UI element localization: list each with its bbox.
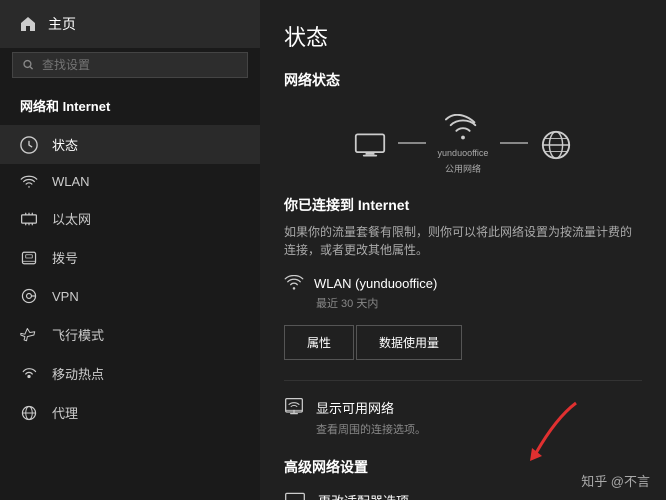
airplane-icon <box>20 326 38 344</box>
page-title: 状态 <box>284 20 642 52</box>
sidebar-item-label-vpn: VPN <box>52 289 79 304</box>
network-type-label: 公用网络 <box>445 162 481 175</box>
adapter-label: 更改适配器选项 <box>318 491 483 500</box>
search-input[interactable] <box>42 58 237 72</box>
show-networks-icon <box>284 397 304 417</box>
net-line-2 <box>500 142 528 144</box>
home-icon <box>20 16 36 32</box>
sidebar-item-label-proxy: 代理 <box>52 403 78 422</box>
sidebar-item-vpn[interactable]: VPN <box>0 277 260 315</box>
arrow-annotation <box>506 398 586 468</box>
wlan-days: 最近 30 天内 <box>316 295 642 311</box>
network-name-label: yunduooffice <box>438 148 489 158</box>
network-status-label: 网络状态 <box>284 70 642 90</box>
divider-1 <box>284 380 642 381</box>
connected-desc: 如果你的流量套餐有限制，则你可以将此网络设置为按流量计费的连接，或者更改其他属性… <box>284 223 642 259</box>
properties-button[interactable]: 属性 <box>284 325 354 360</box>
network-diagram: yunduooffice 公用网络 <box>284 104 642 181</box>
vpn-icon <box>20 287 38 305</box>
wlan-icon <box>20 175 38 189</box>
sidebar-item-hotspot[interactable]: 移动热点 <box>0 354 260 393</box>
connected-title: 你已连接到 Internet <box>284 195 642 215</box>
sidebar-section-title: 网络和 Internet <box>0 88 260 125</box>
sidebar-item-proxy[interactable]: 代理 <box>0 393 260 432</box>
sidebar-item-label-status: 状态 <box>52 135 78 154</box>
button-row: 属性 数据使用量 <box>284 325 642 360</box>
search-box[interactable] <box>12 52 248 78</box>
wifi-icon-container: yunduooffice 公用网络 <box>438 114 489 175</box>
show-networks-sub: 查看周围的连接选项。 <box>316 421 642 437</box>
dialup-icon <box>20 250 38 266</box>
sidebar-item-dialup[interactable]: 拨号 <box>0 238 260 277</box>
sidebar: 主页 网络和 Internet 状态 WLAN <box>0 0 260 500</box>
hotspot-icon <box>20 365 38 383</box>
net-line-1 <box>398 142 426 144</box>
sidebar-item-label-hotspot: 移动热点 <box>52 364 104 383</box>
sidebar-item-label-airplane: 飞行模式 <box>52 325 104 344</box>
sidebar-item-label-wlan: WLAN <box>52 174 90 189</box>
sidebar-item-label-dialup: 拨号 <box>52 248 78 267</box>
adapter-icon <box>284 491 306 500</box>
proxy-icon <box>20 404 38 422</box>
wlan-name: WLAN (yunduooffice) <box>314 276 437 291</box>
adapter-row: 更改适配器选项 查看网络适配器并更改连接设置。 <box>284 491 642 500</box>
main-content: 状态 网络状态 yunduooffice 公用网络 <box>260 0 666 500</box>
monitor-icon-container <box>354 132 386 158</box>
globe-icon-container <box>540 129 572 161</box>
wlan-row: WLAN (yunduooffice) <box>284 275 642 291</box>
show-networks-label: 显示可用网络 <box>316 398 394 417</box>
show-networks-row: 显示可用网络 <box>284 397 642 417</box>
sidebar-item-label-ethernet: 以太网 <box>52 209 91 228</box>
data-usage-button[interactable]: 数据使用量 <box>356 325 462 360</box>
wlan-small-icon <box>284 275 304 291</box>
sidebar-item-ethernet[interactable]: 以太网 <box>0 199 260 238</box>
sidebar-item-wlan[interactable]: WLAN <box>0 164 260 199</box>
status-icon <box>20 136 38 154</box>
zhihu-watermark: 知乎 @不言 <box>581 471 650 490</box>
sidebar-item-status[interactable]: 状态 <box>0 125 260 164</box>
sidebar-home-button[interactable]: 主页 <box>0 0 260 48</box>
sidebar-item-airplane[interactable]: 飞行模式 <box>0 315 260 354</box>
sidebar-home-label: 主页 <box>48 14 76 34</box>
adapter-text-block: 更改适配器选项 查看网络适配器并更改连接设置。 <box>318 491 483 500</box>
ethernet-icon <box>20 211 38 227</box>
search-icon <box>23 59 34 71</box>
